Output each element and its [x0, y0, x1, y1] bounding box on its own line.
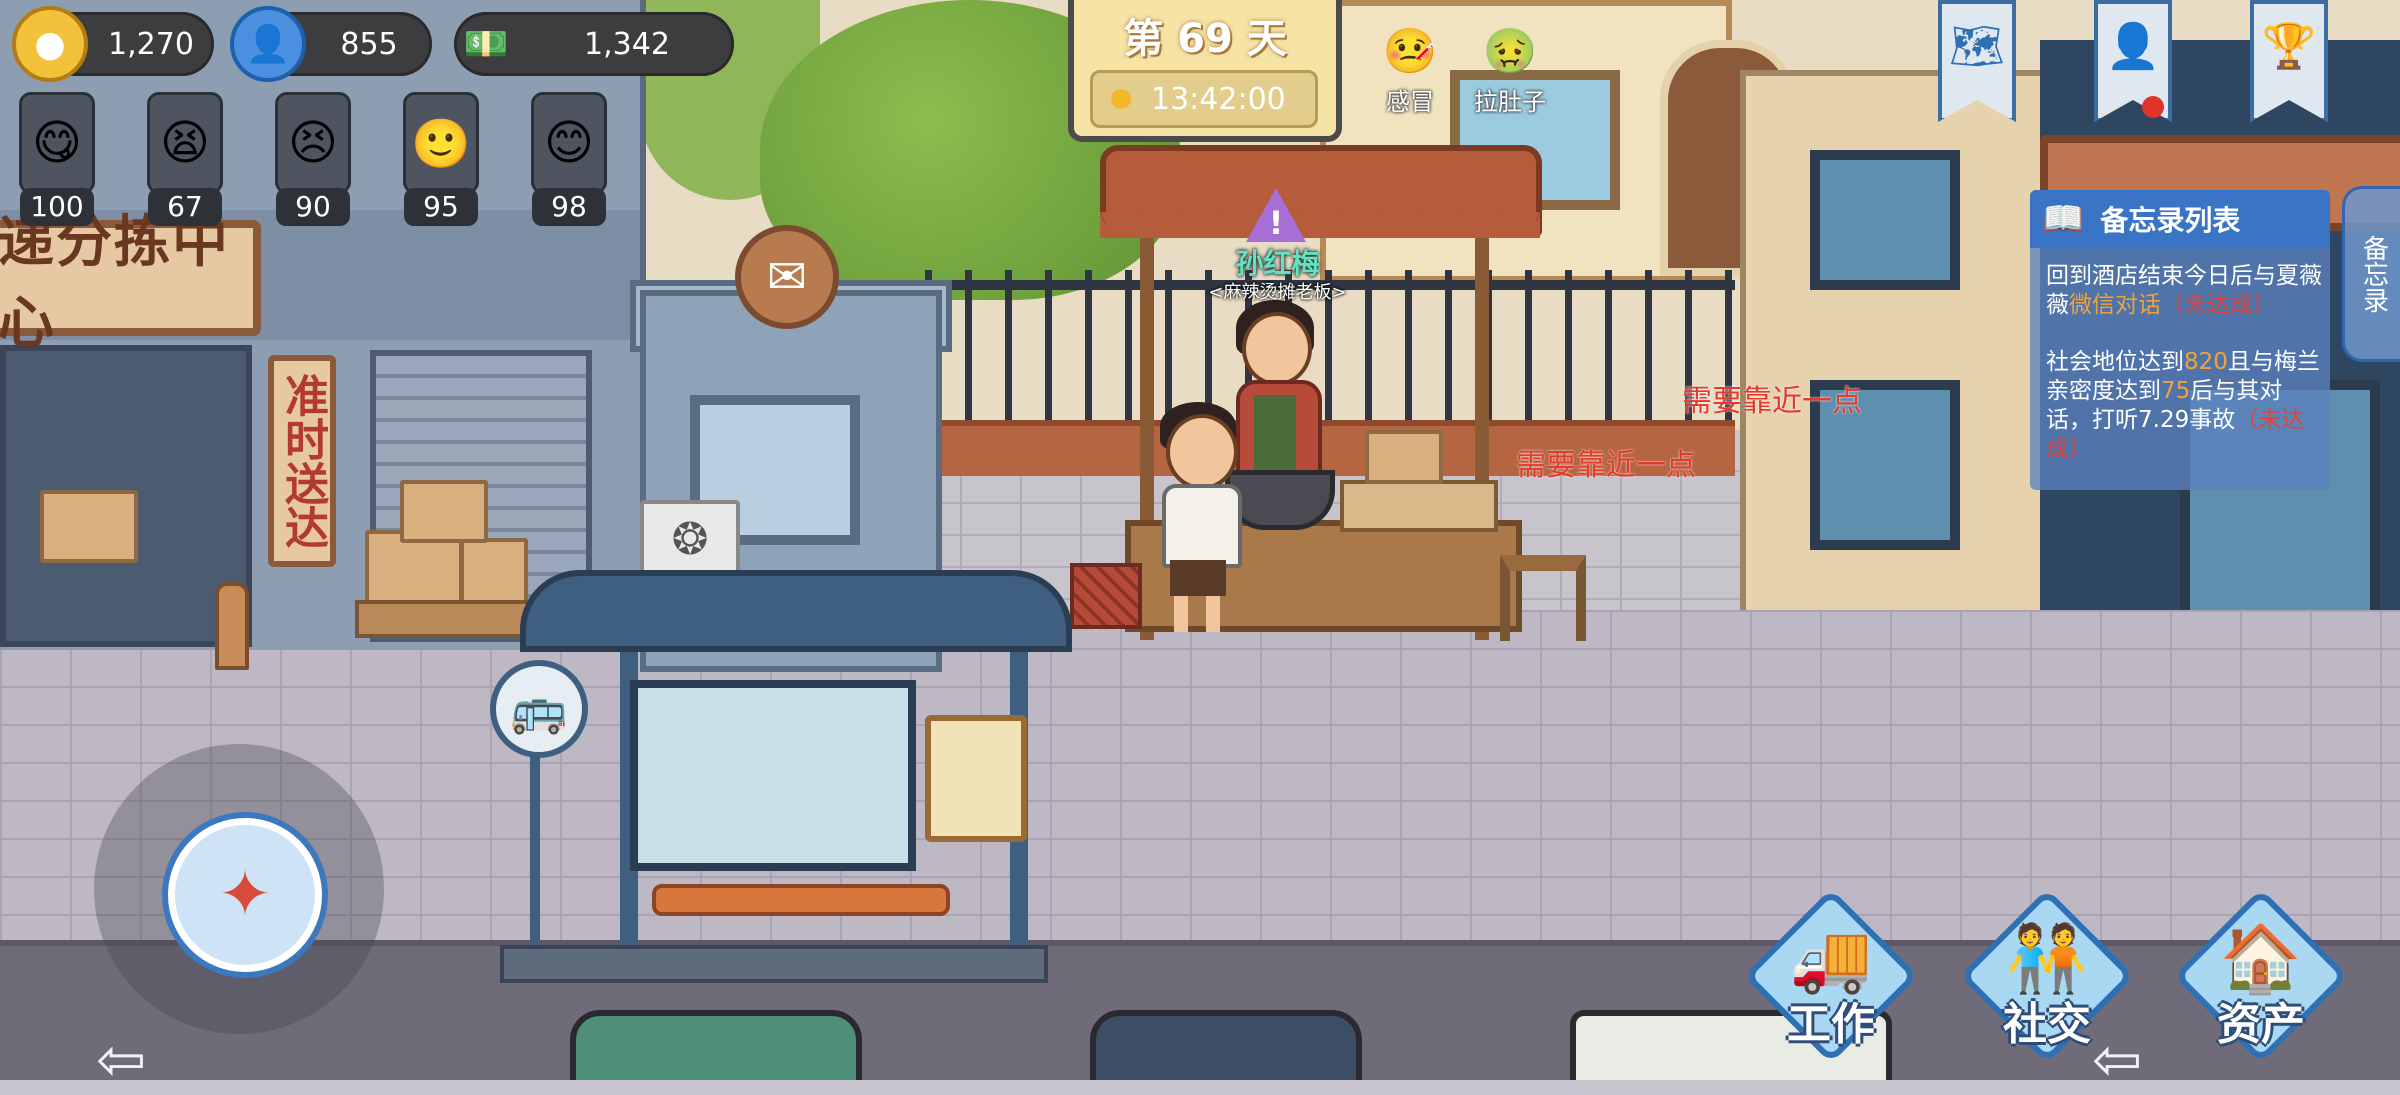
memo-task[interactable]: 社会地位达到820且与梅兰亲密度达到75后与其对话，打听7.29事故（未达成） [2046, 348, 2324, 464]
npc-affinity-slot[interactable]: 😫 67 [147, 92, 223, 227]
task-text: 社会地位达到 [2046, 349, 2184, 375]
house-icon: 🏠 [2219, 920, 2303, 997]
affinity-score: 67 [148, 188, 222, 226]
hint-text: 需要靠近一点 [1682, 384, 1862, 419]
player-character [1158, 402, 1242, 642]
status-diarrhea[interactable]: 🤢 拉肚子 [1450, 20, 1570, 120]
compass-icon[interactable]: ✦ [168, 818, 322, 972]
affinity-score: 100 [20, 188, 94, 226]
bollard [215, 582, 249, 670]
gold-value: 1,270 [108, 26, 194, 62]
mail-icon[interactable]: ✉ [735, 225, 839, 329]
character-icon: 👤 [2105, 21, 2161, 72]
social-label: 社交 [2003, 999, 2091, 1050]
npc-portrait-icon: 😋 [19, 92, 95, 194]
pallet [355, 600, 533, 638]
clock: 13:42:00 [1090, 70, 1318, 128]
gold-counter: ● 1,270 [12, 6, 214, 82]
work-button[interactable]: 🚚 工作 [1743, 888, 1919, 1064]
timetable-board [925, 715, 1027, 842]
npc-affinity-slot[interactable]: 😋 100 [19, 92, 95, 227]
task-status: （未达成） [2161, 292, 2276, 318]
person-icon: 👤 [230, 6, 306, 82]
work-label: 工作 [1787, 999, 1875, 1050]
npc-portrait-icon: 😣 [275, 92, 351, 194]
food-tray [1340, 480, 1498, 532]
stomach-icon: 🤢 [1482, 26, 1538, 77]
task-highlight: 微信对话 [2069, 292, 2161, 318]
memo-panel[interactable]: 📖 备忘录列表 回到酒店结束今日后与夏薇薇微信对话（未达成） 社会地位达到820… [2030, 190, 2330, 490]
npc-affinity-slot[interactable]: 😣 90 [275, 92, 351, 227]
affinity-score: 95 [404, 188, 478, 226]
status-label: 感冒 [1386, 88, 1434, 116]
cold-icon: 🤒 [1382, 26, 1438, 77]
ac-unit-icon: ❂ [640, 500, 740, 578]
vendor-npc[interactable] [1230, 300, 1322, 488]
map-icon: 🗺 [1949, 21, 2005, 72]
npc-role-label: <麻辣烫摊老板> [1208, 282, 1347, 303]
gold-coin-icon: ● [12, 6, 88, 82]
npc-portrait-icon: 😫 [147, 92, 223, 194]
parked-car [570, 1010, 862, 1080]
bus-shelter-roof [520, 570, 1072, 652]
assets-label: 资产 [2217, 999, 2305, 1050]
parked-car [1090, 1010, 1362, 1080]
shelter-base [500, 945, 1048, 983]
book-icon: 📖 [2042, 199, 2085, 239]
memo-task[interactable]: 回到酒店结束今日后与夏薇薇微信对话（未达成） [2046, 262, 2324, 320]
day-counter: 第 69 天 [1123, 16, 1287, 62]
parcel-box [40, 490, 138, 563]
sun-icon [1111, 89, 1131, 109]
left-arrow-icon[interactable]: ⇦ [2092, 1030, 2182, 1090]
npc-name-label: 孙红梅 [1235, 247, 1320, 280]
memo-header: 📖 备忘录列表 [2030, 190, 2330, 248]
task-highlight: 75 [2161, 378, 2191, 404]
bus-stop-icon: 🚌 [490, 660, 588, 758]
memo-title: 备忘录列表 [2100, 204, 2241, 237]
assets-button[interactable]: 🏠 资产 [2173, 888, 2349, 1064]
clock-time: 13:42:00 [1151, 81, 1286, 117]
day-clock-panel: 第 69 天 13:42:00 [1068, 0, 1342, 142]
notification-dot [2142, 96, 2164, 118]
ranking-icon: 🏆 [2261, 21, 2317, 72]
stall-box [1365, 430, 1443, 484]
people-icon: 🧑‍🤝‍🧑 [2005, 920, 2089, 997]
shelter-glass [630, 680, 916, 871]
memo-task-list: 回到酒店结束今日后与夏薇薇微信对话（未达成） 社会地位达到820且与梅兰亲密度达… [2046, 262, 2324, 464]
bench [652, 884, 950, 916]
cash-counter: 💵 1,342 [454, 12, 734, 76]
cash-icon: 💵 [463, 24, 509, 65]
reputation-counter: 👤 855 [230, 6, 432, 82]
truck-icon: 🚚 [1789, 920, 1873, 997]
task-highlight: 820 [2184, 349, 2228, 375]
cash-value: 1,342 [584, 26, 670, 62]
left-arrow-icon[interactable]: ⇦ [96, 1030, 186, 1090]
status-label: 拉肚子 [1474, 88, 1546, 116]
crate [1070, 563, 1142, 629]
stall-awning-frill [1100, 212, 1540, 238]
npc-affinity-slot[interactable]: 😊 98 [531, 92, 607, 227]
npc-affinity-list: 😋 100 😫 67 😣 90 🙂 95 😊 98 [19, 92, 607, 232]
affinity-score: 90 [276, 188, 350, 226]
window [1810, 150, 1960, 290]
on-time-sign: 准时送达 [268, 355, 336, 567]
bus-sign-pole [530, 740, 540, 970]
npc-portrait-icon: 🙂 [403, 92, 479, 194]
memo-toggle-tab[interactable]: 备忘录 [2342, 186, 2400, 362]
npc-affinity-slot[interactable]: 🙂 95 [403, 92, 479, 227]
hint-text: 需要靠近一点 [1516, 448, 1696, 483]
affinity-score: 98 [532, 188, 606, 226]
reputation-value: 855 [340, 26, 398, 62]
stool [1500, 555, 1586, 641]
parcel-box [400, 480, 488, 543]
npc-portrait-icon: 😊 [531, 92, 607, 194]
sorting-center-sign: 递分拣中心 [0, 210, 261, 356]
